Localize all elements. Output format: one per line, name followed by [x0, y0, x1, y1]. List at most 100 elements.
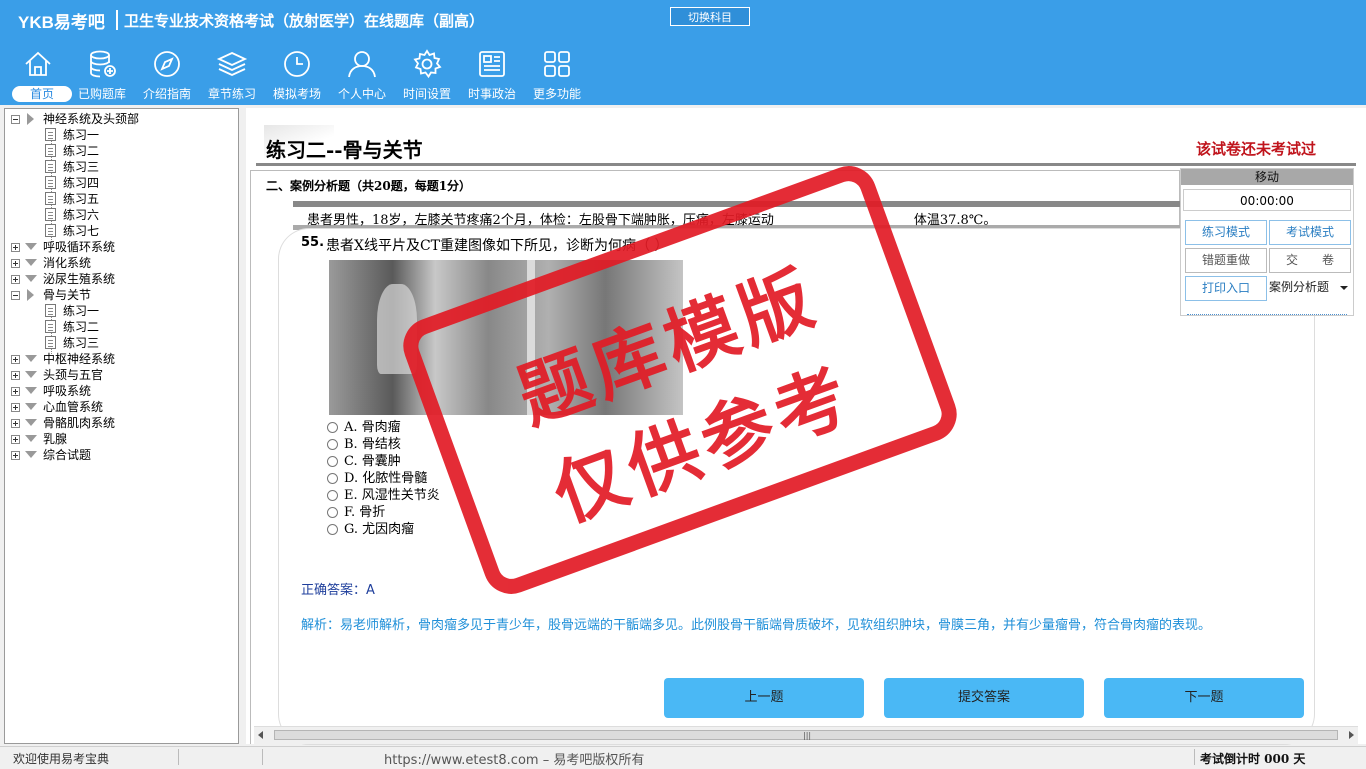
- database-add-icon: [90, 50, 116, 78]
- document-icon: [45, 304, 56, 317]
- folder-icon: [25, 243, 37, 250]
- nav-label: 已购题库: [77, 87, 126, 101]
- exam-status: 该试卷还未考试过: [1196, 140, 1317, 158]
- tree-node-label: 骨与关节: [43, 288, 92, 302]
- nav-label: 首页: [12, 86, 72, 102]
- chapter-tree: 神经系统及头颈部 练习一 练习二 练习三 练习四 练习五 练习六 练习七 呼吸循…: [4, 108, 239, 744]
- document-icon: [45, 176, 56, 189]
- expand-icon[interactable]: [11, 451, 20, 460]
- prev-question-button[interactable]: 上一题: [664, 678, 864, 718]
- tree-node-label: 呼吸系统: [43, 384, 92, 398]
- grid-icon: [544, 51, 570, 77]
- option-label: A. 骨肉瘤: [344, 420, 401, 435]
- gear-icon: [413, 49, 442, 79]
- exam-mode-button[interactable]: 考试模式: [1269, 220, 1351, 245]
- tree-node-label: 头颈与五官: [43, 368, 104, 382]
- radio-button[interactable]: [327, 422, 338, 433]
- tree-leaf-label: 练习一: [63, 128, 100, 142]
- hand-in-button[interactable]: 交 卷: [1269, 248, 1351, 273]
- submit-answer-button[interactable]: 提交答案: [884, 678, 1084, 718]
- status-divider: [178, 749, 179, 765]
- nav-mock-exam[interactable]: 模拟考场: [265, 46, 329, 104]
- case-description: 患者男性，18岁，左膝关节疼痛2个月，体检：左股骨下端肿胀，压痛，左膝运动 体温3…: [307, 209, 996, 228]
- expand-icon[interactable]: [11, 371, 20, 380]
- exam-countdown: 考试倒计时 000 天: [1200, 752, 1306, 766]
- expand-icon[interactable]: [11, 435, 20, 444]
- document-icon: [45, 208, 56, 221]
- scroll-left-icon[interactable]: [258, 731, 263, 739]
- folder-icon: [25, 371, 37, 378]
- expand-icon[interactable]: [11, 419, 20, 428]
- panel-footer: [1187, 309, 1347, 315]
- nav-purchased[interactable]: 已购题库: [70, 46, 134, 104]
- folder-open-icon: [27, 113, 34, 125]
- switch-subject-button[interactable]: 切换科目: [670, 7, 750, 26]
- nav-home[interactable]: 首页: [6, 46, 72, 104]
- collapse-icon[interactable]: [11, 291, 20, 300]
- document-icon: [45, 160, 56, 173]
- tree-leaf-label: 练习五: [63, 192, 100, 206]
- tree-leaf-label: 练习二: [63, 320, 100, 334]
- option-label: F. 骨折: [344, 505, 386, 520]
- status-bar: 欢迎使用易考宝典 https://www.etest8.com – 易考吧版权所…: [0, 746, 1366, 769]
- expand-icon[interactable]: [11, 275, 20, 284]
- scroll-right-icon[interactable]: [1349, 731, 1354, 739]
- clock-icon: [284, 51, 310, 77]
- nav-personal[interactable]: 个人中心: [330, 46, 394, 104]
- tree-node-label: 心血管系统: [43, 400, 104, 414]
- tree-node-label: 呼吸循环系统: [43, 240, 116, 254]
- nav-current-affairs[interactable]: 时事政治: [460, 46, 524, 104]
- document-icon: [45, 224, 56, 237]
- tree-node-label: 乳腺: [43, 432, 68, 446]
- folder-icon: [25, 275, 37, 282]
- folder-icon: [25, 451, 37, 458]
- tree-node-label: 消化系统: [43, 256, 92, 270]
- tree-node-label: 综合试题: [43, 448, 92, 462]
- app-title: 卫生专业技术资格考试（放射医学）在线题库（副高）: [124, 12, 485, 30]
- print-button[interactable]: 打印入口: [1185, 276, 1267, 301]
- radio-button[interactable]: [327, 473, 338, 484]
- collapse-icon[interactable]: [11, 115, 20, 124]
- expand-icon[interactable]: [11, 259, 20, 268]
- control-panel: 移动 00:00:00 练习模式 考试模式 错题重做 交 卷 打印入口 案例分析…: [1180, 168, 1354, 316]
- nav-more[interactable]: 更多功能: [525, 46, 589, 104]
- folder-icon: [25, 355, 37, 362]
- tree-leaf-label: 练习二: [63, 144, 100, 158]
- expand-icon[interactable]: [11, 355, 20, 364]
- practice-mode-button[interactable]: 练习模式: [1185, 220, 1267, 245]
- chevron-down-icon: [1340, 286, 1348, 290]
- status-divider: [1194, 749, 1195, 765]
- question-number: 55.: [301, 235, 325, 250]
- grip-icon: |||: [803, 731, 812, 740]
- radio-button[interactable]: [327, 439, 338, 450]
- radio-button[interactable]: [327, 524, 338, 535]
- nav-time-settings[interactable]: 时间设置: [395, 46, 459, 104]
- expand-icon[interactable]: [11, 403, 20, 412]
- radio-button[interactable]: [327, 456, 338, 467]
- home-icon: [25, 51, 51, 76]
- scroll-thumb[interactable]: |||: [274, 730, 1338, 740]
- brand-divider: [116, 10, 118, 30]
- folder-icon: [25, 419, 37, 426]
- expand-icon[interactable]: [11, 243, 20, 252]
- folder-icon: [25, 387, 37, 394]
- document-icon: [45, 192, 56, 205]
- nav-guide[interactable]: 介绍指南: [135, 46, 199, 104]
- brand-logo: YKB易考吧: [18, 13, 105, 32]
- question-type-select[interactable]: 案例分析题: [1269, 275, 1353, 300]
- option-label: D. 化脓性骨髓: [344, 471, 428, 486]
- nav-label: 章节练习: [207, 87, 256, 101]
- nav-chapter[interactable]: 章节练习: [200, 46, 264, 104]
- exam-title: 练习二--骨与关节: [266, 138, 423, 162]
- status-url: https://www.etest8.com – 易考吧版权所有: [384, 753, 645, 768]
- compass-icon: [154, 51, 180, 77]
- redo-wrong-button[interactable]: 错题重做: [1185, 248, 1267, 273]
- expand-icon[interactable]: [11, 387, 20, 396]
- user-icon: [348, 51, 376, 78]
- next-question-button[interactable]: 下一题: [1104, 678, 1304, 718]
- option-label: E. 风湿性关节炎: [344, 488, 440, 503]
- move-handle[interactable]: 移动: [1181, 169, 1353, 185]
- horizontal-scrollbar[interactable]: |||: [254, 726, 1358, 744]
- radio-button[interactable]: [327, 507, 338, 518]
- radio-button[interactable]: [327, 490, 338, 501]
